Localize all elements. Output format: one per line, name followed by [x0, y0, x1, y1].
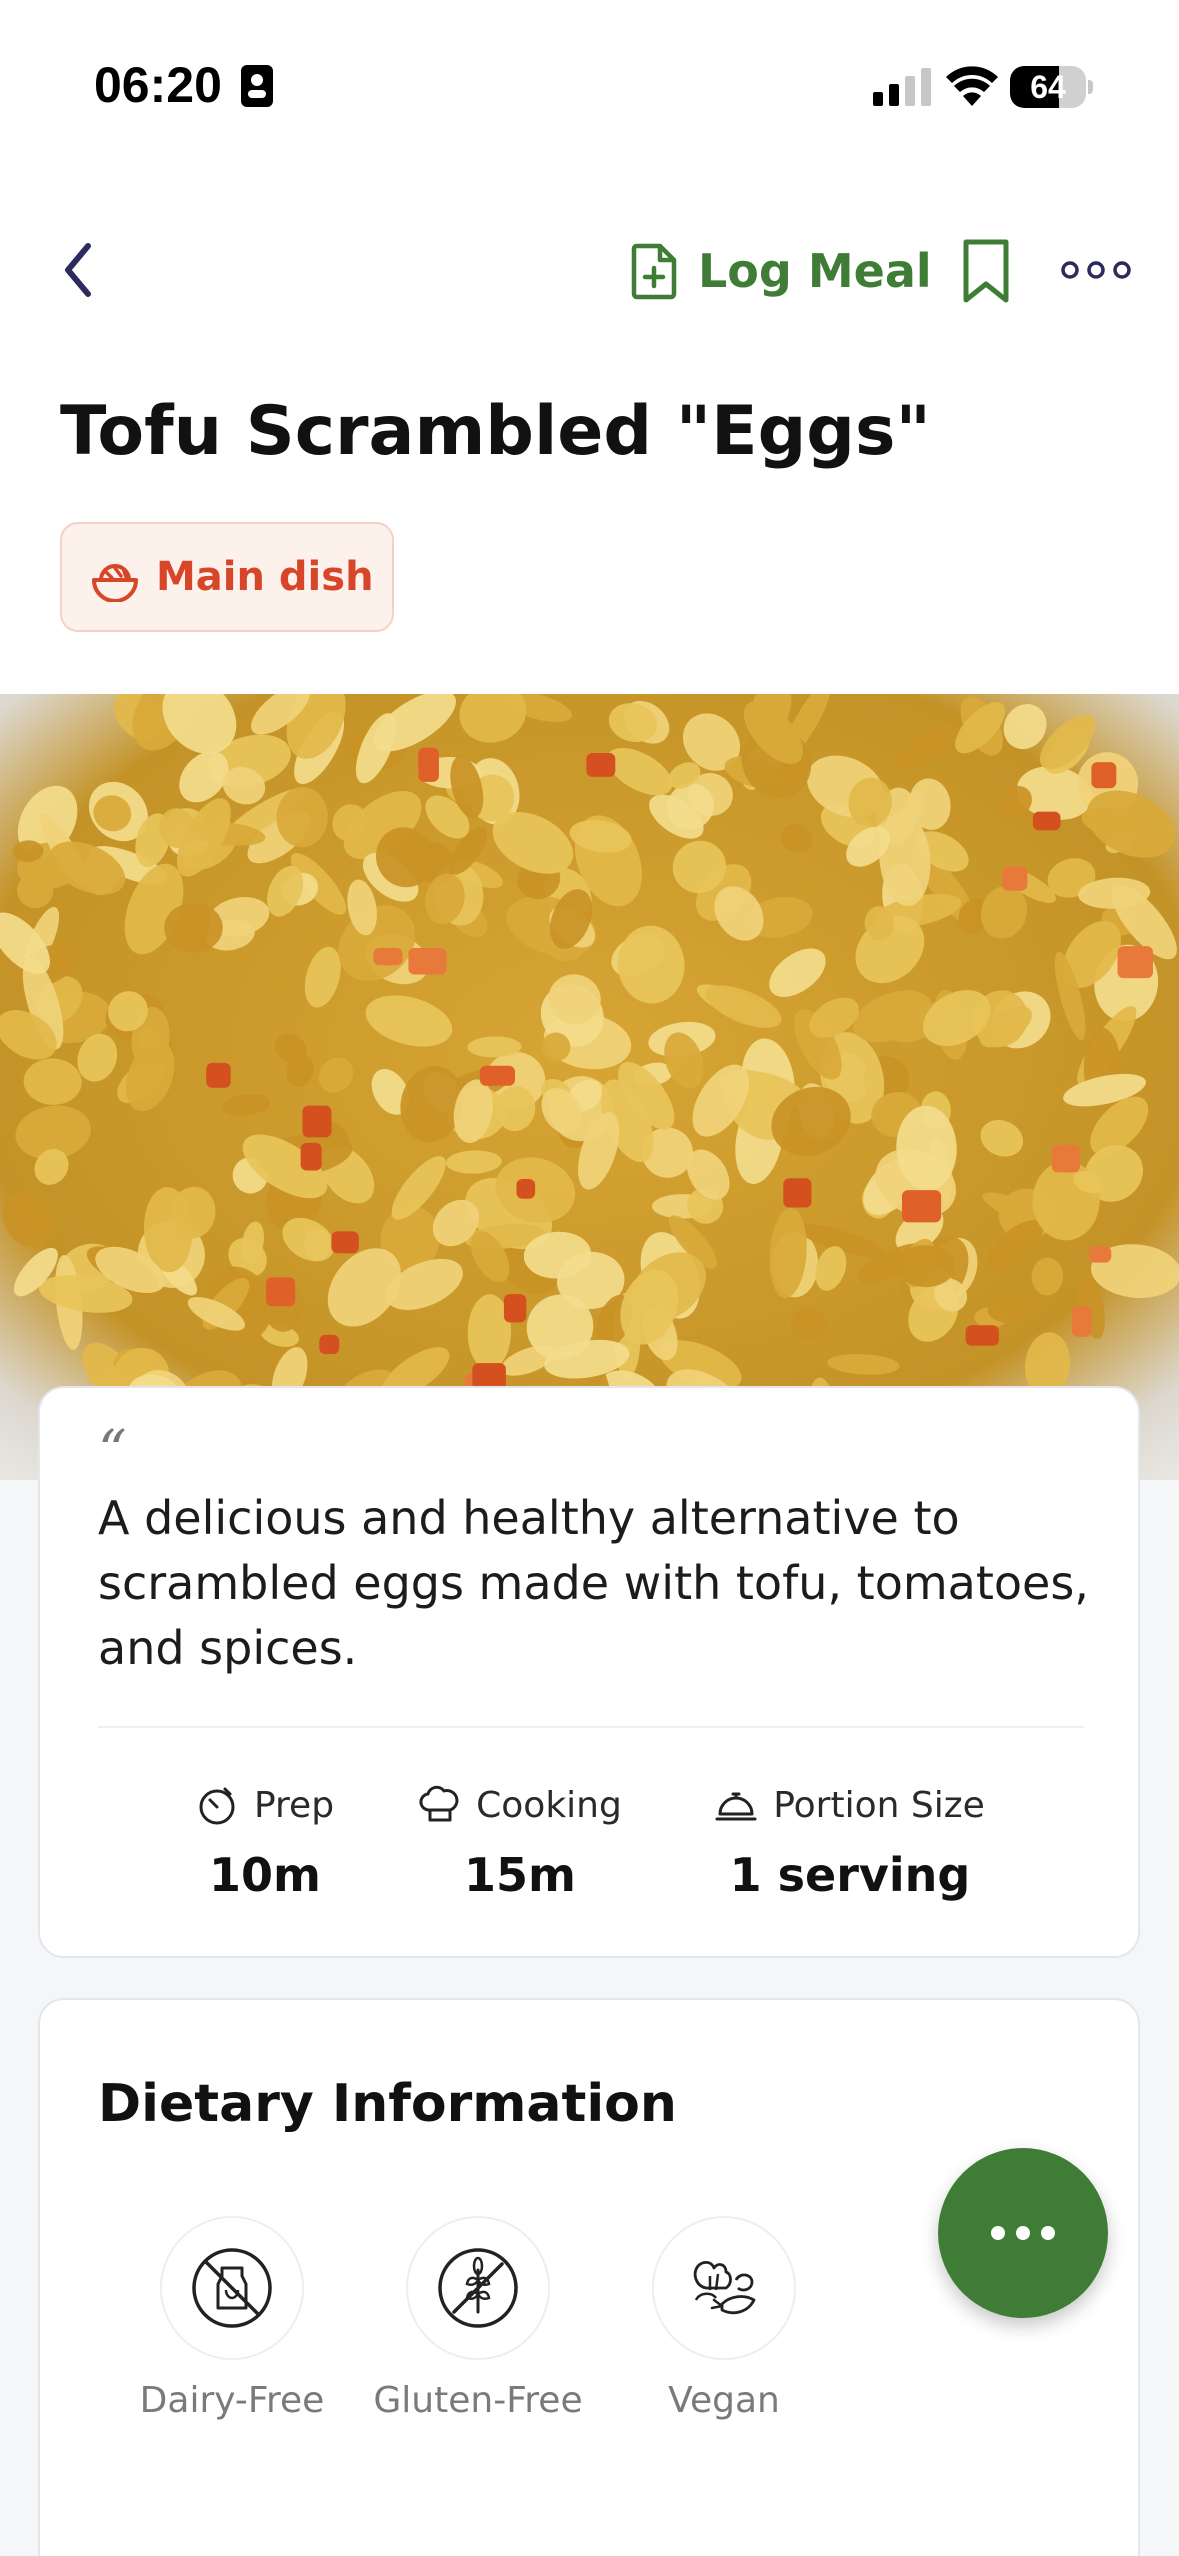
dietary-title: Dietary Information	[98, 2074, 677, 2134]
tomato-piece	[1071, 1306, 1092, 1337]
tomato-piece	[408, 948, 447, 975]
more-dots-icon	[991, 2226, 1055, 2240]
tomato-piece	[586, 753, 616, 777]
gluten-free-icon	[438, 2248, 518, 2328]
tomato-piece	[965, 1325, 999, 1346]
battery-tip	[1088, 80, 1093, 94]
log-meal-button[interactable]: Log Meal	[630, 236, 932, 306]
stat-portion-label: Portion Size	[773, 1784, 985, 1826]
tomato-piece	[1088, 1246, 1112, 1263]
vegan-icon	[693, 2261, 756, 2315]
diet-item-gluten-free[interactable]: Gluten-Free	[368, 2216, 588, 2421]
tomato-piece	[331, 1231, 359, 1254]
description-card: “ A delicious and healthy alternative to…	[38, 1386, 1140, 1958]
tomato-piece	[1032, 811, 1061, 831]
stat-cooking: Cooking 15m	[380, 1784, 660, 1902]
log-meal-label: Log Meal	[698, 244, 932, 298]
tomato-piece	[206, 1062, 231, 1088]
id-card-icon	[241, 65, 273, 107]
stat-cooking-value: 15m	[464, 1848, 576, 1902]
stat-portion-value: 1 serving	[729, 1848, 971, 1902]
tomato-piece	[516, 1179, 536, 1199]
dish-icon	[92, 564, 138, 602]
diet-item-vegan[interactable]: Vegan	[614, 2216, 834, 2421]
diet-item-dairy-free[interactable]: Dairy-Free	[122, 2216, 342, 2421]
tomato-piece	[302, 1105, 332, 1138]
cellular-signal-icon	[873, 68, 931, 106]
tomato-piece	[319, 1334, 340, 1355]
recipe-photo	[0, 694, 1179, 1480]
diet-label-gluten-free: Gluten-Free	[373, 2380, 583, 2421]
tomato-piece	[300, 1142, 322, 1171]
wifi-icon	[946, 66, 998, 106]
bookmark-icon[interactable]	[958, 238, 1014, 304]
stat-portion: Portion Size 1 serving	[680, 1784, 1020, 1902]
recipe-description: A delicious and healthy alternative to s…	[98, 1491, 1089, 1675]
cloche-icon	[715, 1792, 757, 1821]
tomato-piece	[1091, 762, 1117, 789]
recipe-title: Tofu Scrambled "Eggs"	[60, 392, 931, 471]
file-plus-icon	[631, 243, 677, 300]
tomato-piece	[266, 1277, 296, 1307]
stat-prep-value: 10m	[209, 1848, 321, 1902]
tomato-piece	[783, 1178, 812, 1208]
dairy-free-icon	[192, 2248, 272, 2328]
food-illustration	[0, 694, 1179, 1480]
tomato-piece	[1117, 946, 1153, 979]
tomato-piece	[503, 1294, 527, 1323]
tomato-piece	[902, 1190, 942, 1223]
stat-prep-label: Prep	[253, 1784, 335, 1826]
stat-prep: Prep 10m	[150, 1784, 380, 1902]
tomato-piece	[479, 1065, 515, 1086]
diet-label-vegan: Vegan	[668, 2380, 780, 2421]
tomato-piece	[373, 948, 403, 966]
food-crumb	[541, 1032, 571, 1062]
more-horizontal-icon[interactable]	[1060, 250, 1132, 290]
divider	[98, 1726, 1084, 1728]
tomato-piece	[418, 747, 439, 782]
timer-icon	[199, 1787, 235, 1825]
more-actions-fab[interactable]	[938, 2148, 1108, 2318]
chef-hat-icon	[419, 1785, 459, 1822]
quote-mark: “	[98, 1419, 127, 1484]
battery-indicator: 64	[1010, 66, 1093, 108]
food-crumb	[164, 902, 223, 953]
status-time: 06:20	[94, 57, 222, 113]
category-label: Main dish	[156, 554, 374, 600]
battery-percent: 64	[1030, 69, 1066, 105]
diet-label-dairy-free: Dairy-Free	[139, 2380, 325, 2421]
tomato-piece	[1002, 866, 1028, 891]
category-badge[interactable]: Main dish	[60, 522, 394, 632]
status-bar: 06:20 64	[0, 0, 1179, 140]
tomato-piece	[1051, 1144, 1080, 1173]
stat-cooking-label: Cooking	[476, 1784, 622, 1826]
chevron-left-icon[interactable]	[50, 232, 110, 308]
